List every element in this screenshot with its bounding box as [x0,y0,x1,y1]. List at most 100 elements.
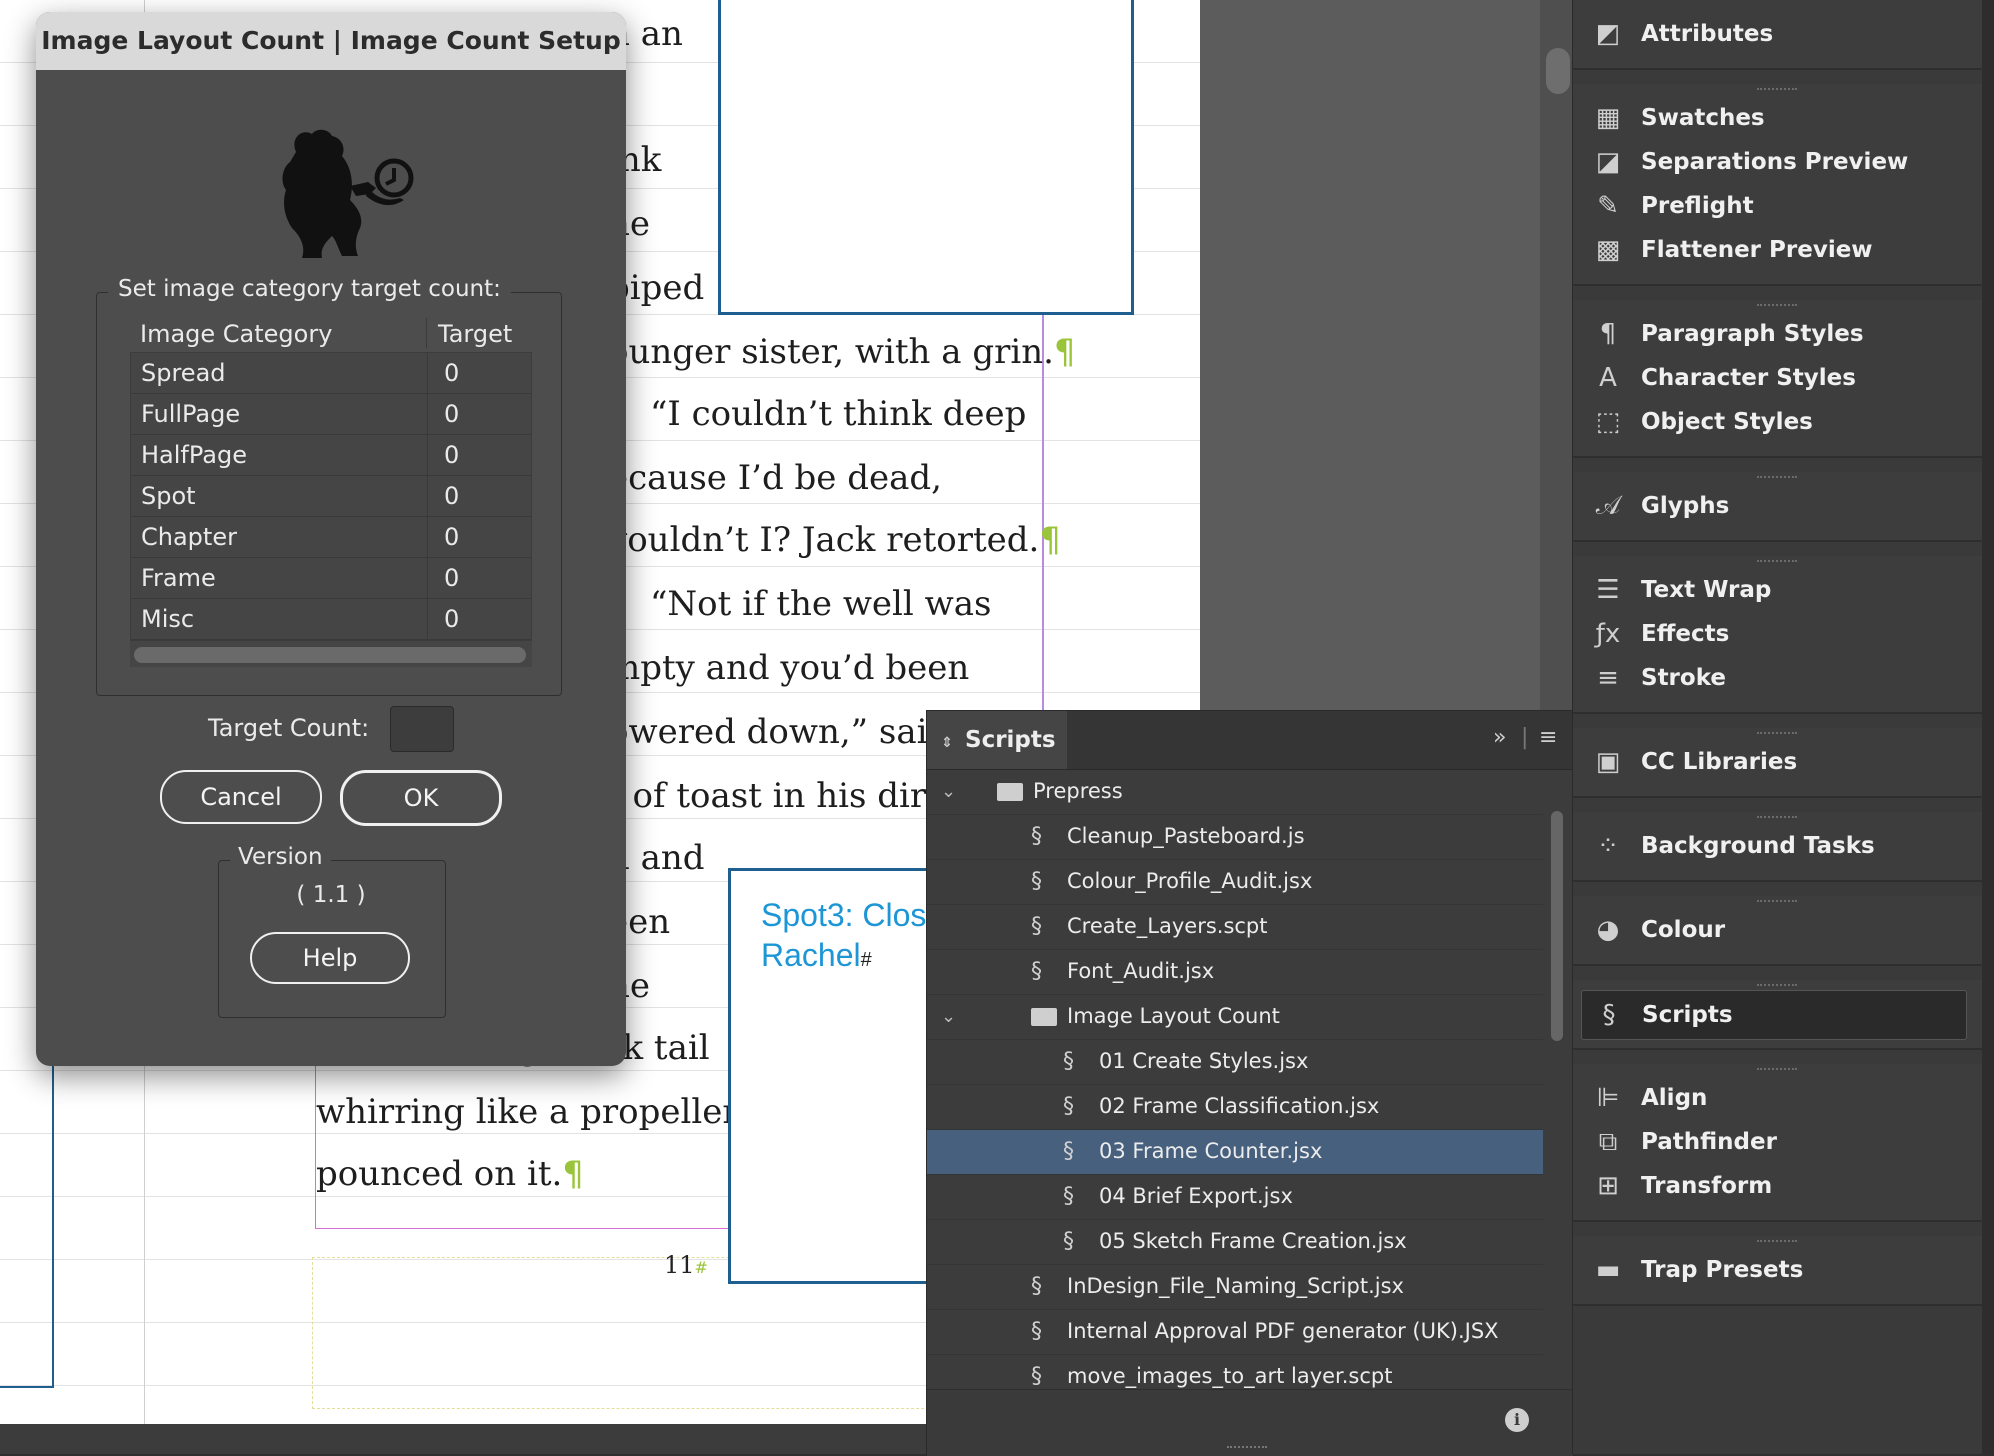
category-row[interactable]: FullPage 0 [131,394,531,435]
story-line[interactable]: whirring like a propeller, [316,1092,746,1132]
script-row[interactable]: § 05 Sketch Frame Creation.jsx [927,1220,1543,1265]
flattener-icon: ▩ [1595,235,1621,265]
dock-item-text-wrap[interactable]: ☰ Text Wrap [1581,566,1965,614]
dock-item-object-styles[interactable]: ⬚ Object Styles [1581,398,1965,446]
dock-item-transform[interactable]: ⊞ Transform [1581,1162,1965,1210]
dock-item-background-tasks[interactable]: ⁘ Background Tasks [1581,822,1965,870]
category-target-value[interactable]: 0 [444,400,459,428]
script-row[interactable]: § 03 Frame Counter.jsx [927,1130,1543,1175]
story-line[interactable]: “I couldn’t think deep [650,394,1026,434]
dock-item-label: Align [1641,1085,1708,1111]
dock-item-preflight[interactable]: ✎ Preflight [1581,182,1965,230]
script-row[interactable]: § 02 Frame Classification.jsx [927,1085,1543,1130]
chevron-down-icon[interactable]: ⌄ [941,770,956,813]
dock-item-colour[interactable]: ◕ Colour [1581,906,1965,954]
collapse-panel-icon[interactable]: » [1493,725,1506,750]
category-table-hscrollbar[interactable] [130,641,532,667]
script-name: move_images_to_art layer.scpt [1067,1364,1393,1388]
dock-group: ▬ Trap Presets [1573,1236,1983,1306]
category-row[interactable]: Frame 0 [131,558,531,599]
pasteboard[interactable] [1200,0,1545,710]
scripts-scrollbar[interactable] [1549,811,1565,1381]
category-target-value[interactable]: 0 [444,564,459,592]
category-target-value[interactable]: 0 [444,441,459,469]
dock-item-effects[interactable]: ƒx Effects [1581,610,1965,658]
dock-item-pathfinder[interactable]: ⧉ Pathfinder [1581,1118,1965,1166]
story-line[interactable]: t of toast in his dir [608,776,926,816]
script-folder-row[interactable]: ⌄ Prepress [927,770,1543,815]
ok-button[interactable]: OK [340,770,502,826]
script-row[interactable]: § move_images_to_art layer.scpt [927,1355,1543,1388]
left-page-frame[interactable] [0,1060,54,1388]
dock-item-stroke[interactable]: ≡ Stroke [1581,654,1965,702]
script-row[interactable]: § Font_Audit.jsx [927,950,1543,995]
story-line[interactable]: owered down,” saic [608,712,947,752]
script-row[interactable]: § Cleanup_Pasteboard.js [927,815,1543,860]
category-target-value[interactable]: 0 [444,482,459,510]
panel-resize-grip[interactable] [1227,1446,1267,1452]
dock-item-attributes[interactable]: ◩ Attributes [1581,10,1965,58]
panel-menu-icon[interactable]: ≡ [1539,725,1557,750]
target-count-input[interactable] [390,706,454,752]
cancel-button[interactable]: Cancel [160,770,322,824]
scripts-panel-footer: i [927,1389,1573,1456]
document-scrollbar[interactable] [1540,0,1576,715]
help-button[interactable]: Help [250,932,410,984]
info-icon[interactable]: i [1505,1408,1529,1432]
story-line[interactable]: pounced on it.¶ [316,1154,584,1194]
dialog-title[interactable]: Image Layout Count | Image Count Setup [36,12,626,70]
script-folder-row[interactable]: ⌄ Image Layout Count [927,995,1543,1040]
script-row[interactable]: § Internal Approval PDF generator (UK).JS… [927,1310,1543,1355]
script-row[interactable]: § 04 Brief Export.jsx [927,1175,1543,1220]
dock-item-swatches[interactable]: ▦ Swatches [1581,94,1965,142]
category-target-value[interactable]: 0 [444,523,459,551]
column-header-target[interactable]: Target [438,320,512,348]
category-table-hscrollbar-thumb[interactable] [134,647,526,663]
dock-item-align[interactable]: ⊫ Align [1581,1074,1965,1122]
category-row[interactable]: HalfPage 0 [131,435,531,476]
chevron-down-icon[interactable]: ⌄ [941,995,956,1038]
dock-item-paragraph-styles[interactable]: ¶ Paragraph Styles [1581,310,1965,358]
category-row[interactable]: Misc 0 [131,599,531,640]
category-target-value[interactable]: 0 [444,359,459,387]
document-scrollbar-thumb[interactable] [1546,48,1570,94]
story-line[interactable]: ecause I’d be dead, [608,458,942,498]
category-row[interactable]: Chapter 0 [131,517,531,558]
story-line[interactable]: “Not if the well was [650,584,991,624]
story-line[interactable]: ounger sister, with a grin.¶ [608,332,1076,372]
story-line-text: pounced on it. [316,1154,563,1194]
trap-presets-icon: ▬ [1595,1255,1621,1285]
story-line[interactable]: vouldn’t I? Jack retorted.¶ [608,520,1061,560]
category-target-value[interactable]: 0 [444,605,459,633]
dock-item-character-styles[interactable]: A Character Styles [1581,354,1965,402]
category-name: Chapter [141,523,237,551]
dock-item-label: Paragraph Styles [1641,321,1864,347]
script-row[interactable]: § Colour_Profile_Audit.jsx [927,860,1543,905]
dock-item-scripts[interactable]: § Scripts [1581,990,1967,1040]
story-line[interactable]: mpty and you’d been [608,648,969,688]
column-divider [426,318,427,348]
dock-item-flattener[interactable]: ▩ Flattener Preview [1581,226,1965,274]
category-name: Spot [141,482,196,510]
scripts-scrollbar-thumb[interactable] [1551,811,1563,1041]
script-row[interactable]: § 01 Create Styles.jsx [927,1040,1543,1085]
category-row[interactable]: Spread 0 [131,353,531,394]
spot-caption-hash: # [860,949,872,971]
tab-resize-icon[interactable]: ⇕ [941,714,957,772]
script-name: Create_Layers.scpt [1067,914,1268,938]
dock-item-trap-presets[interactable]: ▬ Trap Presets [1581,1246,1965,1294]
column-header-category[interactable]: Image Category [140,320,332,348]
dock-item-glyphs[interactable]: 𝒜 Glyphs [1581,482,1965,530]
paragraph-styles-icon: ¶ [1599,319,1617,349]
script-name: Internal Approval PDF generator (UK).JSX [1067,1319,1499,1343]
dock-item-label: Preflight [1641,193,1754,219]
image-frame[interactable] [718,0,1134,315]
story-line-text: “Not if the well was [650,584,992,624]
tab-scripts[interactable]: ⇕ Scripts [927,711,1067,769]
dock-item-separations[interactable]: ◪ Separations Preview [1581,138,1965,186]
script-row[interactable]: § InDesign_File_Naming_Script.jsx [927,1265,1543,1310]
story-line-text: mpty and you’d been [608,648,970,688]
dock-item-cc-libraries[interactable]: ▣ CC Libraries [1581,738,1965,786]
category-row[interactable]: Spot 0 [131,476,531,517]
script-row[interactable]: § Create_Layers.scpt [927,905,1543,950]
